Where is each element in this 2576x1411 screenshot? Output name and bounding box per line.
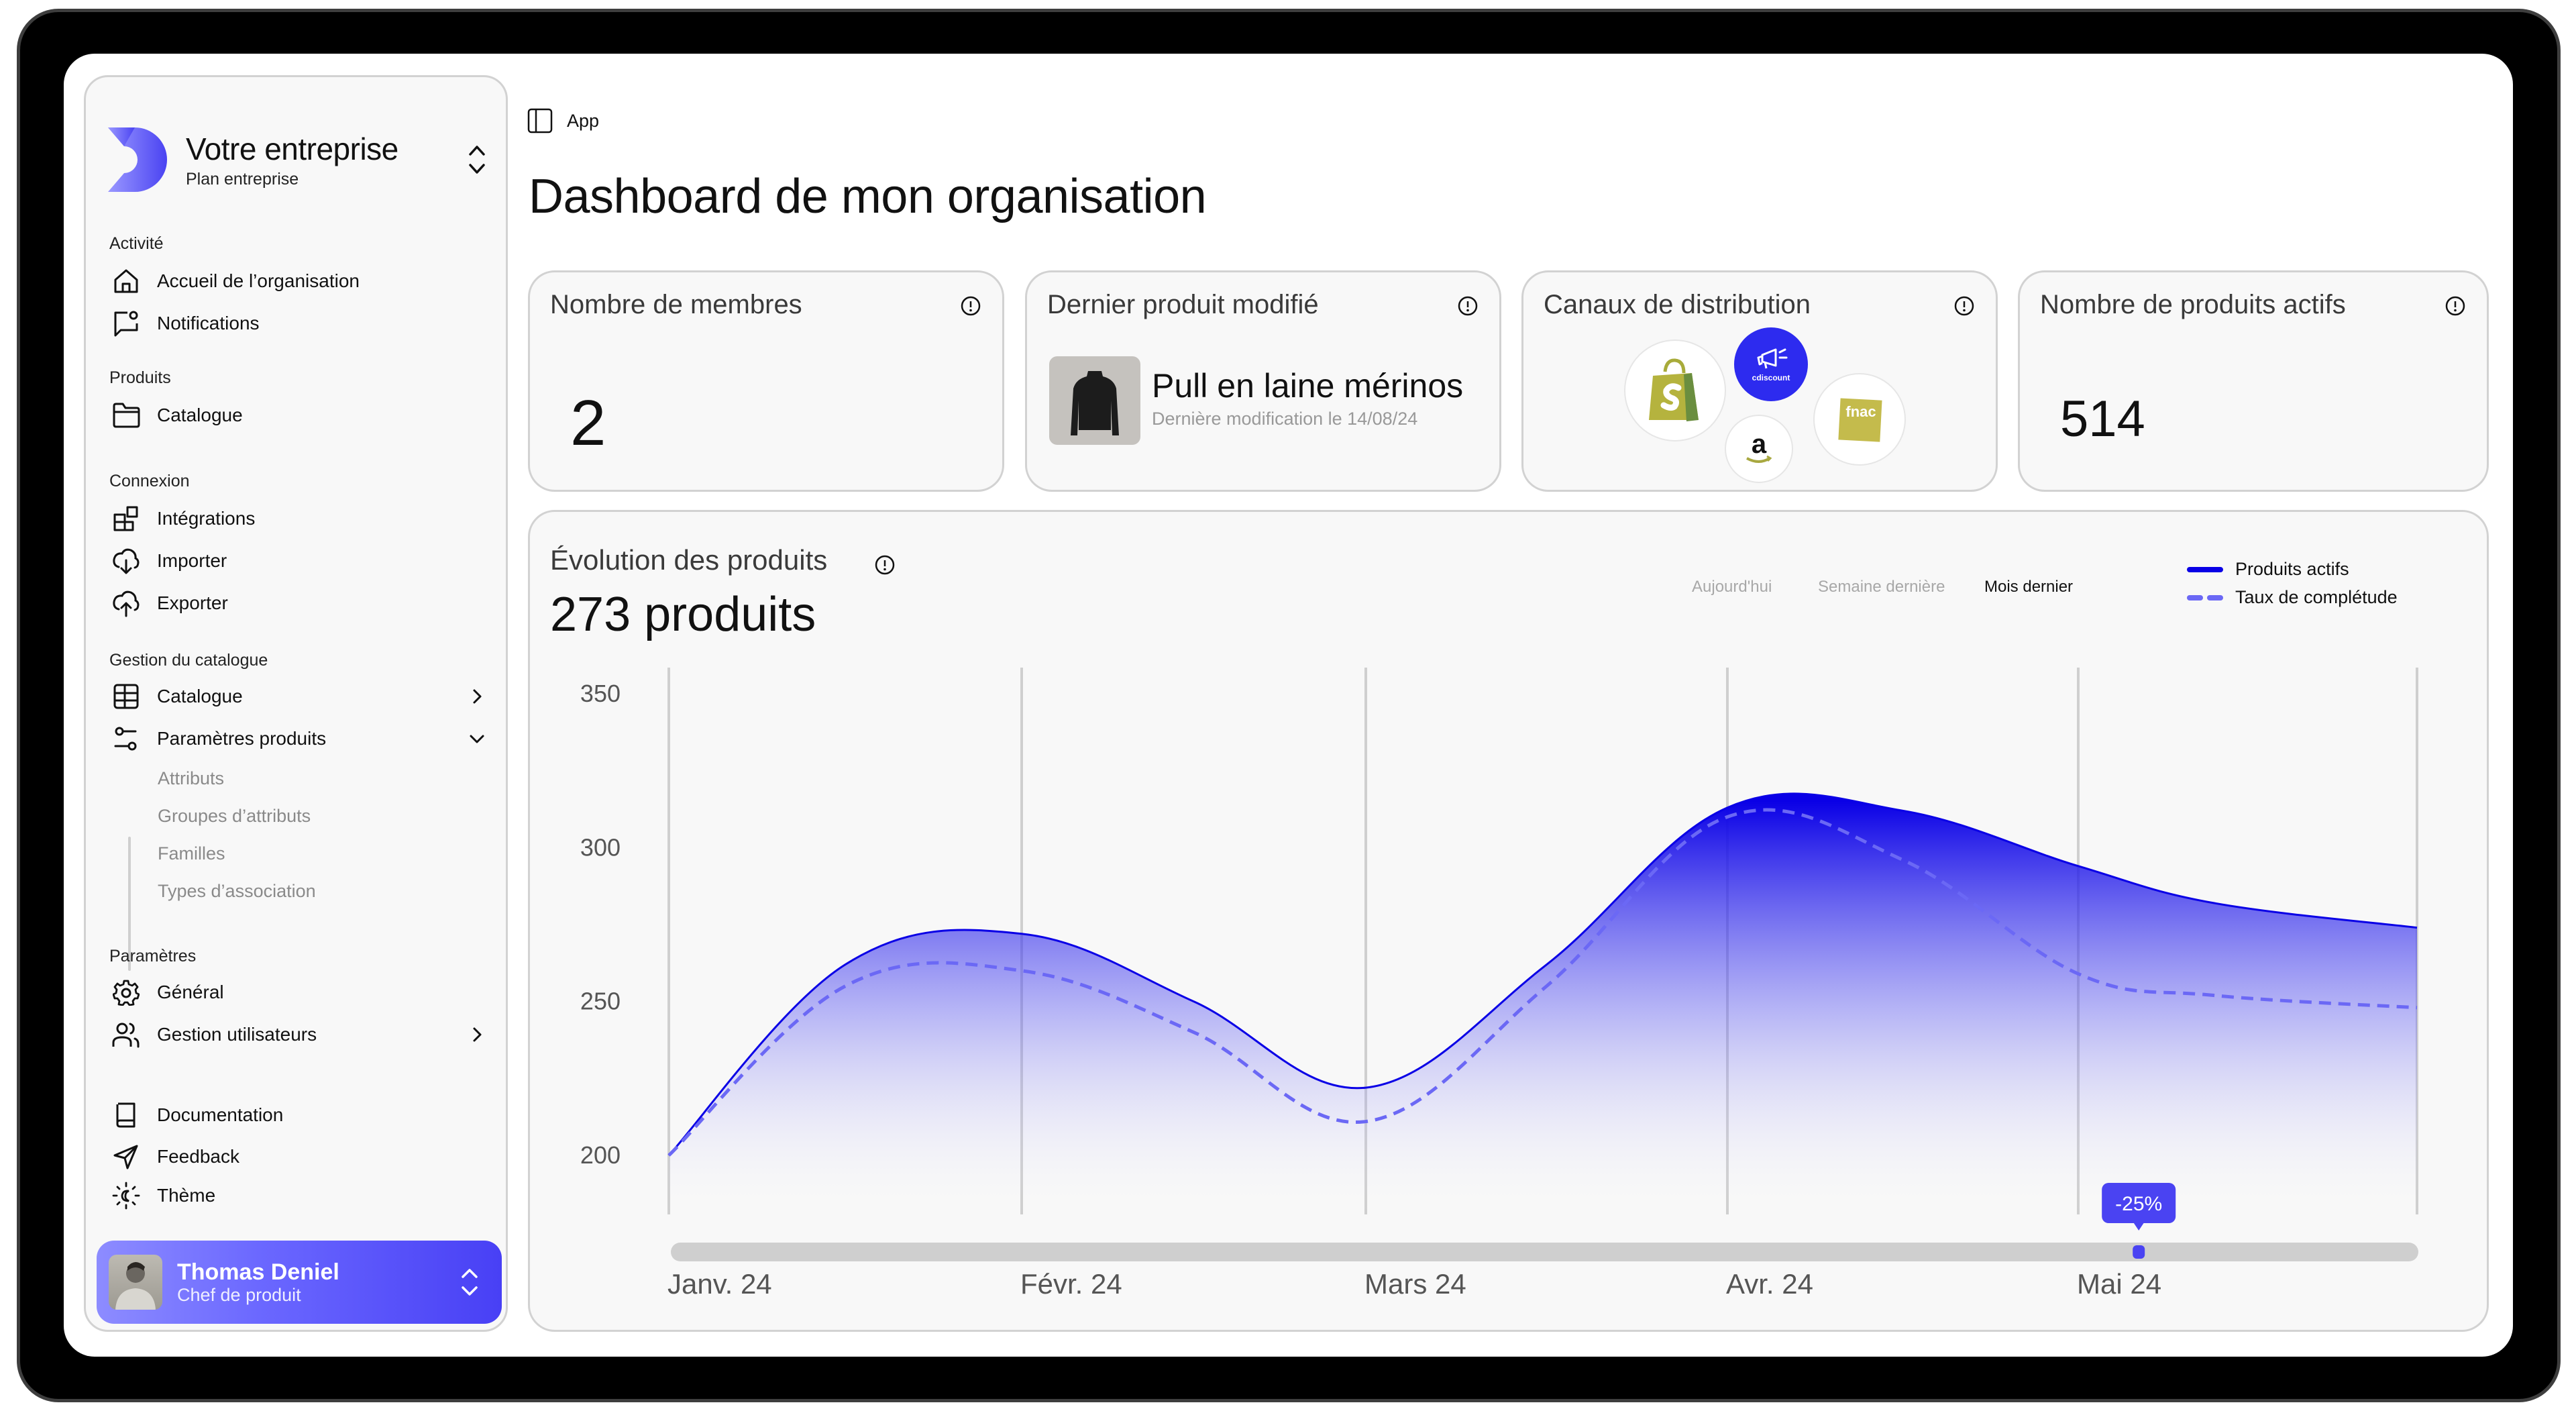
area-fill-active-products — [669, 793, 2417, 1214]
x-tick-label: Janv. 24 — [667, 1268, 772, 1300]
x-tick-label: Mai 24 — [2077, 1268, 2161, 1300]
x-tick-label: Févr. 24 — [1020, 1268, 1122, 1300]
slider-tooltip-arrow — [2133, 1222, 2145, 1231]
timeline-slider-track[interactable] — [671, 1243, 2418, 1261]
x-tick-label: Avr. 24 — [1726, 1268, 1813, 1300]
y-tick-label: 200 — [580, 1141, 621, 1169]
x-tick-label: Mars 24 — [1364, 1268, 1466, 1300]
slider-tooltip-label: -25% — [2115, 1193, 2162, 1215]
evolution-chart: 200 250 300 350 Janv. 24 Févr. 24 Mars 24 Avr.… — [580, 668, 2418, 1300]
timeline-slider-thumb[interactable] — [2133, 1245, 2145, 1259]
y-tick-label: 350 — [580, 680, 621, 707]
y-tick-label: 250 — [580, 988, 621, 1015]
y-tick-label: 300 — [580, 833, 621, 861]
